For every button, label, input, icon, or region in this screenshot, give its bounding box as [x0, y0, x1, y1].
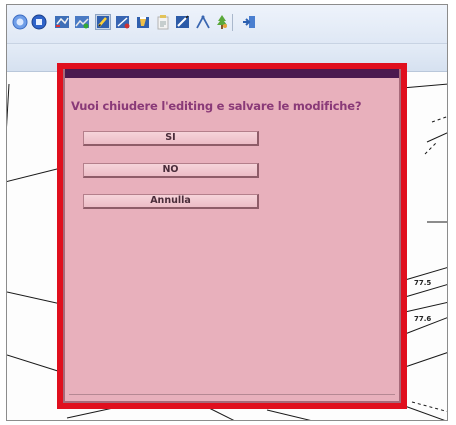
erase-icon[interactable]	[135, 14, 151, 30]
dialog-divider	[69, 394, 395, 395]
layers-icon[interactable]	[74, 14, 90, 30]
dialog-titlebar	[65, 69, 399, 78]
draw-arc-icon[interactable]	[195, 14, 211, 30]
yes-button[interactable]: SI	[83, 131, 259, 146]
record-icon[interactable]	[31, 14, 47, 30]
toolbar-separator	[232, 14, 233, 31]
no-button[interactable]: NO	[83, 163, 259, 178]
cancel-button[interactable]: Annulla	[83, 194, 259, 209]
tree-icon[interactable]	[214, 14, 230, 30]
save-changes-dialog: Vuoi chiudere l'editing e salvare le mod…	[63, 69, 401, 403]
map-label: 77.6	[414, 315, 432, 323]
dialog-question: Vuoi chiudere l'editing e salvare le mod…	[71, 99, 362, 113]
edit-polygon-icon[interactable]	[95, 14, 111, 30]
map-grid-icon[interactable]	[54, 14, 70, 30]
paste-icon[interactable]	[155, 14, 171, 30]
edit-line-icon[interactable]	[175, 14, 191, 30]
edit-vertex-icon[interactable]	[115, 14, 131, 30]
back-icon[interactable]	[12, 14, 28, 30]
toolbar	[7, 5, 447, 44]
exit-icon[interactable]	[241, 14, 257, 30]
map-label: 77.5	[414, 279, 432, 287]
